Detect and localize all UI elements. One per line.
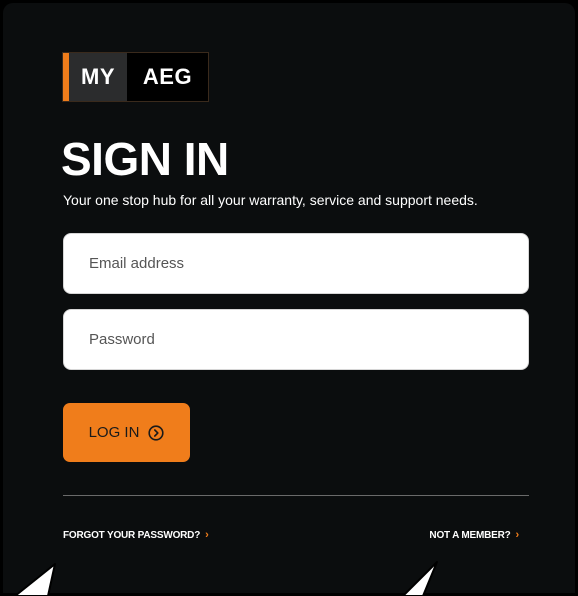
chevron-right-icon: ›	[515, 529, 520, 541]
login-button-label: LOG IN	[88, 424, 140, 441]
speech-bubble-tail-right	[402, 561, 438, 596]
myaeg-logo: MY AEG	[62, 52, 209, 102]
email-input[interactable]	[87, 254, 528, 273]
forgot-password-label: FORGOT YOUR PASSWORD?	[63, 529, 201, 541]
email-field[interactable]	[63, 233, 529, 294]
forgot-password-link[interactable]: FORGOT YOUR PASSWORD? ›	[63, 529, 209, 541]
page-subtitle: Your one stop hub for all your warranty,…	[63, 192, 478, 208]
logo-my-text: MY	[69, 53, 127, 101]
chevron-right-icon: ›	[205, 529, 209, 541]
not-a-member-link[interactable]: NOT A MEMBER? ›	[429, 529, 519, 541]
login-button[interactable]: LOG IN	[63, 403, 190, 462]
page-title: SIGN IN	[61, 133, 229, 185]
password-input[interactable]	[87, 330, 528, 349]
speech-bubble-tail-left	[14, 563, 56, 596]
password-field[interactable]	[63, 309, 529, 370]
sign-in-panel: MY AEG SIGN IN Your one stop hub for all…	[3, 3, 575, 593]
chevron-right-circle-icon	[148, 424, 165, 441]
divider	[63, 495, 529, 496]
logo-aeg-text: AEG	[127, 53, 208, 101]
not-a-member-label: NOT A MEMBER?	[429, 529, 511, 541]
